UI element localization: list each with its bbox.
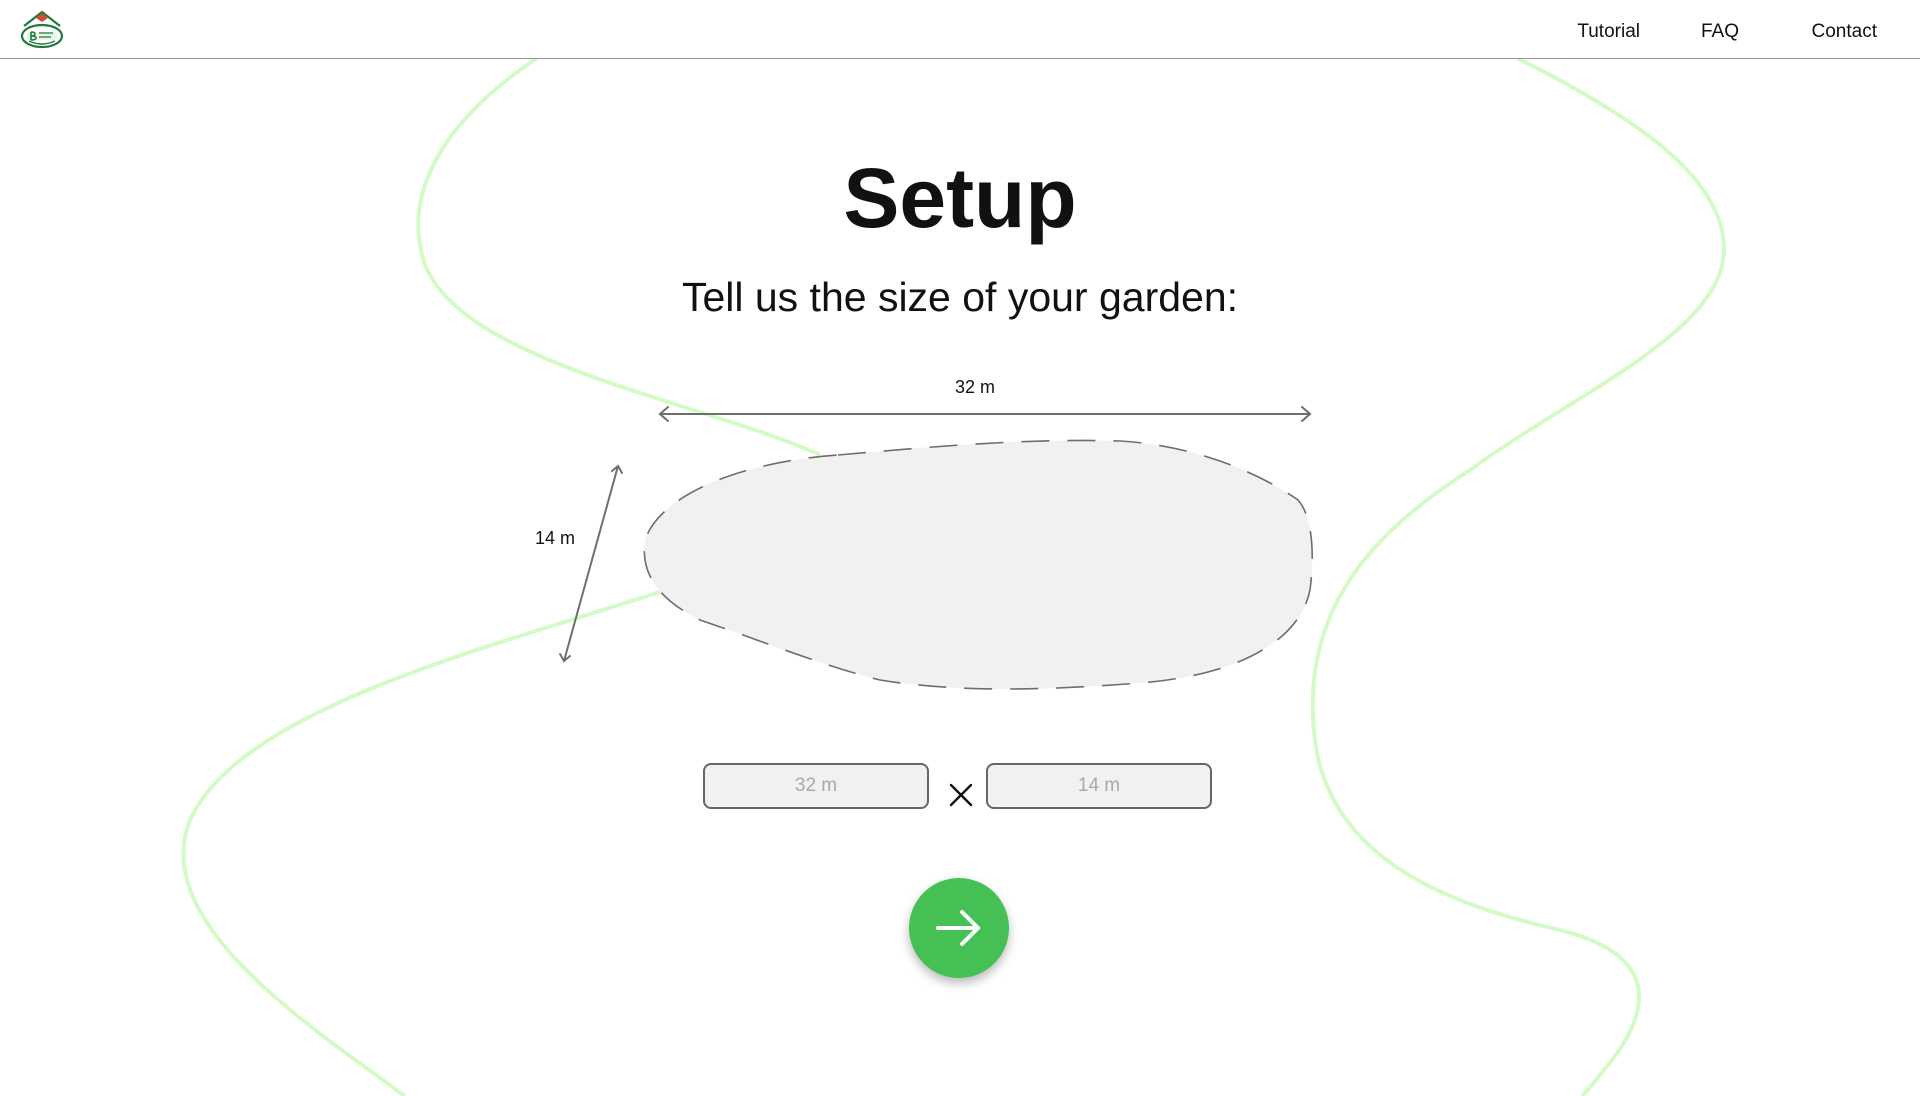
next-button[interactable] — [909, 878, 1009, 978]
top-navigation-bar: Tutorial FAQ Contact — [0, 0, 1920, 59]
nav-link-faq[interactable]: FAQ — [1701, 21, 1739, 43]
nav-link-contact[interactable]: Contact — [1812, 21, 1877, 43]
bedetti-logo-icon — [20, 10, 64, 49]
background-curve-left — [416, 56, 821, 457]
arrow-right-icon — [936, 910, 980, 946]
logo[interactable] — [18, 8, 66, 50]
page-subtitle: Tell us the size of your garden: — [681, 274, 1239, 320]
setup-page: Tutorial FAQ Contact Setup Tell us the s… — [0, 0, 1920, 1096]
height-dimension-label: 14 m — [535, 528, 576, 548]
background-curve-left-lower — [181, 590, 661, 1096]
width-dimension-label: 32 m — [955, 377, 996, 397]
garden-height-input[interactable] — [986, 763, 1212, 809]
page-title: Setup — [843, 151, 1077, 245]
multiply-icon — [949, 783, 973, 807]
nav-link-tutorial[interactable]: Tutorial — [1577, 21, 1640, 43]
garden-width-input[interactable] — [703, 763, 929, 809]
